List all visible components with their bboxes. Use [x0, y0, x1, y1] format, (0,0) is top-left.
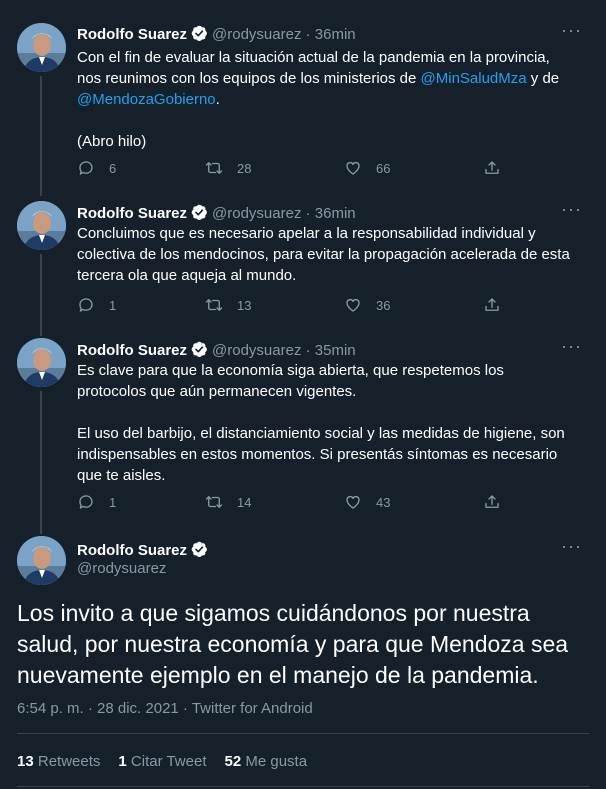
- tweet-actions: 1 14 43: [77, 493, 517, 513]
- tweet-text: Es clave para que la economía siga abier…: [77, 362, 565, 484]
- retweet-button[interactable]: 14: [205, 493, 251, 511]
- like-icon: [346, 495, 360, 509]
- retweet-icon: [205, 299, 223, 311]
- share-button[interactable]: [483, 493, 501, 511]
- reply-button[interactable]: 1: [77, 493, 116, 511]
- author-name[interactable]: Rodolfo Suarez: [77, 542, 187, 559]
- verified-badge-icon: [190, 540, 208, 558]
- like-icon: [346, 161, 360, 175]
- avatar[interactable]: [17, 23, 66, 72]
- author-name[interactable]: Rodolfo Suarez: [77, 342, 187, 359]
- mention-link[interactable]: @MendozaGobierno: [77, 91, 216, 108]
- like-button[interactable]: 36: [344, 296, 390, 314]
- tweet-header: Rodolfo Suarez: [77, 540, 212, 559]
- author-name[interactable]: Rodolfo Suarez: [77, 205, 187, 222]
- reply-icon: [79, 161, 93, 175]
- tweet-text: Concluimos que es necesario apelar a la …: [77, 225, 570, 284]
- author-handle[interactable]: @rodysuarez: [212, 205, 301, 222]
- share-icon: [485, 161, 499, 174]
- quote-tweets-stat[interactable]: 1 Citar Tweet: [118, 753, 206, 770]
- reply-button[interactable]: 1: [77, 296, 116, 314]
- main-tweet: Rodolfo Suarez @rodysuarez ··· Los invit…: [0, 536, 606, 789]
- verified-badge-icon: [190, 340, 208, 358]
- tweet-actions: 6 28 66: [77, 159, 517, 179]
- share-icon: [485, 298, 499, 311]
- share-button[interactable]: [483, 296, 501, 314]
- more-icon[interactable]: ···: [561, 536, 582, 557]
- share-button[interactable]: [483, 159, 501, 177]
- avatar[interactable]: [17, 338, 66, 387]
- reply-button[interactable]: 6: [77, 159, 116, 177]
- engagement-stats: 13 Retweets 1 Citar Tweet 52 Me gusta: [17, 753, 325, 770]
- tweet-time[interactable]: 36min: [315, 26, 356, 43]
- verified-badge-icon: [190, 24, 208, 42]
- tweet-header: Rodolfo Suarez @rodysuarez · 36min: [77, 24, 356, 43]
- author-handle[interactable]: @rodysuarez: [212, 26, 301, 43]
- author-handle[interactable]: @rodysuarez: [212, 342, 301, 359]
- retweet-button[interactable]: 28: [205, 159, 251, 177]
- avatar[interactable]: [17, 201, 66, 250]
- thread-connector: [40, 76, 42, 196]
- author-handle[interactable]: @rodysuarez: [77, 560, 166, 577]
- retweet-icon: [205, 496, 223, 508]
- like-button[interactable]: 43: [344, 493, 390, 511]
- reply-icon: [79, 298, 93, 312]
- tweet-timestamp[interactable]: 6:54 p. m. · 28 dic. 2021 · Twitter for …: [17, 700, 313, 717]
- tweet-time[interactable]: 35min: [315, 342, 356, 359]
- mention-link[interactable]: @MinSaludMza: [421, 70, 527, 87]
- more-icon[interactable]: ···: [561, 20, 582, 41]
- retweet-button[interactable]: 13: [205, 296, 251, 314]
- verified-badge-icon: [190, 203, 208, 221]
- thread-connector: [40, 254, 42, 336]
- thread-tweet-3[interactable]: Rodolfo Suarez @rodysuarez · 35min ··· Es…: [0, 336, 606, 536]
- divider: [17, 786, 589, 787]
- more-icon[interactable]: ···: [561, 199, 582, 220]
- more-icon[interactable]: ···: [561, 336, 582, 357]
- thread-tweet-1[interactable]: Rodolfo Suarez @rodysuarez · 36min ··· Co…: [0, 0, 606, 200]
- share-icon: [485, 495, 499, 508]
- tweet-time[interactable]: 36min: [315, 205, 356, 222]
- like-icon: [346, 298, 360, 312]
- retweets-stat[interactable]: 13 Retweets: [17, 753, 100, 770]
- like-button[interactable]: 66: [344, 159, 390, 177]
- tweet-header: Rodolfo Suarez @rodysuarez · 35min: [77, 340, 356, 359]
- avatar[interactable]: [17, 536, 66, 585]
- author-name[interactable]: Rodolfo Suarez: [77, 26, 187, 43]
- tweet-text: Con el fin de evaluar la situación actua…: [77, 49, 560, 150]
- likes-stat[interactable]: 52 Me gusta: [225, 753, 308, 770]
- tweet-header: Rodolfo Suarez @rodysuarez · 36min: [77, 203, 356, 222]
- main-tweet-text: Los invito a que sigamos cuidándonos por…: [17, 600, 569, 688]
- divider: [17, 733, 589, 734]
- thread-connector: [40, 391, 42, 534]
- tweet-actions: 1 13 36: [77, 296, 517, 316]
- thread-tweet-2[interactable]: Rodolfo Suarez @rodysuarez · 36min ··· Co…: [0, 199, 606, 336]
- retweet-icon: [205, 162, 223, 174]
- reply-icon: [79, 495, 93, 509]
